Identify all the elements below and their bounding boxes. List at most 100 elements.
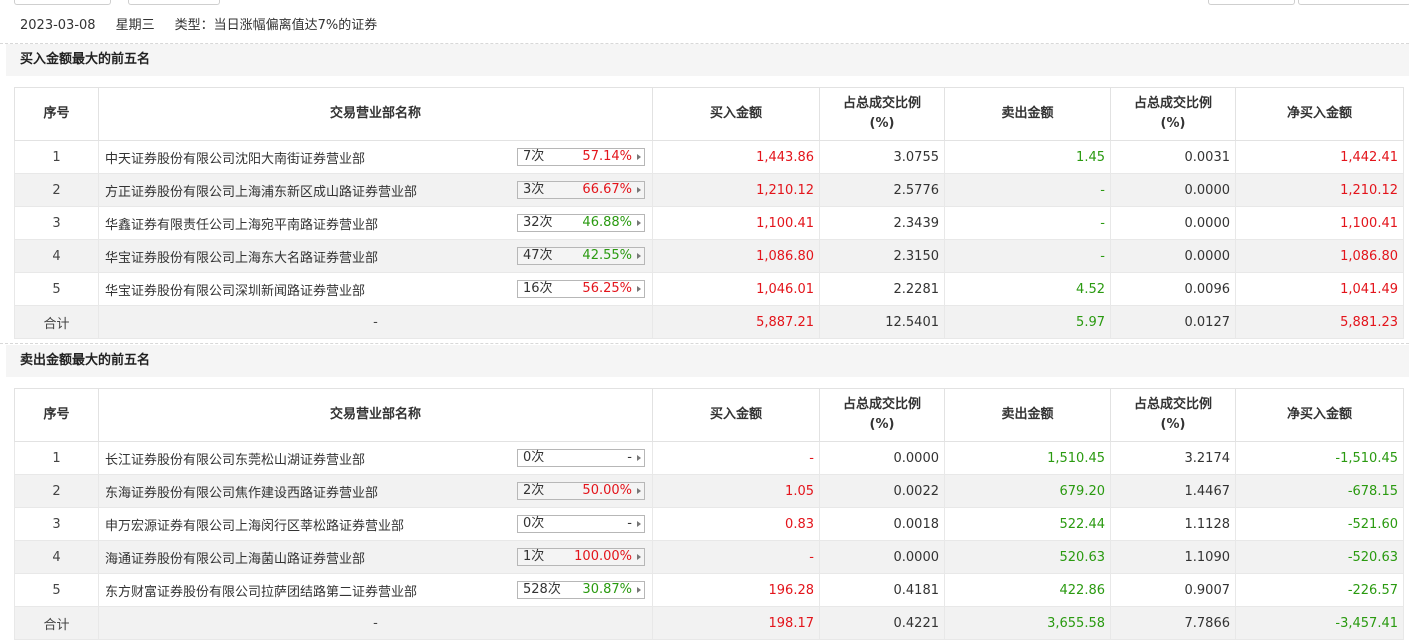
broker-stats-badge[interactable]: 16次 56.25%: [517, 280, 645, 298]
buy-amount: 1,443.86: [652, 140, 820, 174]
net-amount: -521.60: [1235, 507, 1404, 541]
broker-name[interactable]: 东海证券股份有限公司焦作建设西路证券营业部: [105, 486, 378, 501]
appearance-count: 7次: [523, 149, 545, 164]
arrow-right-icon: [637, 154, 641, 160]
broker-name[interactable]: 长江证券股份有限公司东莞松山湖证券营业部: [105, 453, 365, 468]
row-seq: 2: [14, 173, 99, 207]
win-rate: 100.00%: [574, 549, 632, 564]
total-buy: 198.17: [652, 606, 820, 640]
broker-name-cell: 中天证券股份有限公司沈阳大南街证券营业部 7次 57.14%: [98, 140, 653, 174]
header-buy-ratio-unit: (%): [869, 417, 895, 432]
broker-name[interactable]: 中天证券股份有限公司沈阳大南街证券营业部: [105, 152, 365, 167]
win-rate: 46.88%: [582, 215, 632, 230]
broker-stats-badge[interactable]: 3次 66.67%: [517, 181, 645, 199]
broker-name[interactable]: 方正证券股份有限公司上海浦东新区成山路证券营业部: [105, 185, 417, 200]
sell-ratio: 0.0031: [1110, 140, 1236, 174]
win-rate: 50.00%: [582, 483, 632, 498]
arrow-right-icon: [637, 253, 641, 259]
sell-amount: 522.44: [944, 507, 1111, 541]
buy-ratio: 2.3439: [819, 206, 945, 240]
info-bar: 2023-03-08 星期三 类型：当日涨幅偏离值达7%的证券: [0, 10, 1409, 42]
table-row[interactable]: 3 申万宏源证券有限公司上海闵行区莘松路证券营业部 0次 - 0.83 0.0018 522…: [14, 507, 1404, 541]
top-button-4[interactable]: [1298, 0, 1409, 5]
header-buy: 买入金额: [652, 87, 820, 141]
weekday: 星期三: [115, 18, 155, 33]
net-amount: 1,100.41: [1235, 206, 1404, 240]
appearance-count: 2次: [523, 483, 545, 498]
sell-amount: -: [944, 173, 1111, 207]
total-buy-ratio: 0.4221: [819, 606, 945, 640]
broker-stats-badge[interactable]: 47次 42.55%: [517, 247, 645, 265]
arrow-right-icon: [637, 455, 641, 461]
sell-ratio: 0.0096: [1110, 272, 1236, 306]
sell-ratio: 0.0000: [1110, 173, 1236, 207]
broker-stats-badge[interactable]: 2次 50.00%: [517, 482, 645, 500]
top-button-1[interactable]: [14, 0, 111, 5]
broker-name-cell: 华宝证券股份有限公司深圳新闻路证券营业部 16次 56.25%: [98, 272, 653, 306]
net-amount: 1,210.12: [1235, 173, 1404, 207]
sell-amount: 520.63: [944, 540, 1111, 574]
buy-section-title: 买入金额最大的前五名: [6, 44, 1409, 76]
buy-ratio: 3.0755: [819, 140, 945, 174]
header-sell: 卖出金额: [944, 87, 1111, 141]
arrow-right-icon: [637, 521, 641, 527]
broker-name-cell: 海通证券股份有限公司上海菌山路证券营业部 1次 100.00%: [98, 540, 653, 574]
appearance-count: 1次: [523, 549, 545, 564]
broker-stats-badge[interactable]: 0次 -: [517, 449, 645, 467]
broker-name[interactable]: 华鑫证券有限责任公司上海宛平南路证券营业部: [105, 218, 378, 233]
row-seq: 4: [14, 239, 99, 273]
top-button-3[interactable]: [1208, 0, 1295, 5]
broker-name[interactable]: 海通证券股份有限公司上海菌山路证券营业部: [105, 552, 365, 567]
buy-ratio: 2.3150: [819, 239, 945, 273]
header-buy: 买入金额: [652, 388, 820, 442]
broker-stats-badge[interactable]: 0次 -: [517, 515, 645, 533]
row-seq: 5: [14, 272, 99, 306]
table-row[interactable]: 4 海通证券股份有限公司上海菌山路证券营业部 1次 100.00% -0.0000 520…: [14, 540, 1404, 574]
sell-amount: 422.86: [944, 573, 1111, 607]
net-amount: 1,041.49: [1235, 272, 1404, 306]
table-row[interactable]: 5 东方财富证券股份有限公司拉萨团结路第二证券营业部 528次 30.87% 196.2…: [14, 573, 1404, 607]
broker-stats-badge[interactable]: 7次 57.14%: [517, 148, 645, 166]
header-buy-ratio-label: 占总成交比例: [842, 397, 921, 412]
broker-stats-badge[interactable]: 32次 46.88%: [517, 214, 645, 232]
buy-amount: 1,210.12: [652, 173, 820, 207]
table-row[interactable]: 3 华鑫证券有限责任公司上海宛平南路证券营业部 32次 46.88% 1,100.41 2…: [14, 206, 1404, 240]
sell-amount: -: [944, 206, 1111, 240]
table-row[interactable]: 5 华宝证券股份有限公司深圳新闻路证券营业部 16次 56.25% 1,046.01 2.…: [14, 272, 1404, 306]
broker-name[interactable]: 华宝证券股份有限公司上海东大名路证券营业部: [105, 251, 378, 266]
row-seq: 3: [14, 206, 99, 240]
win-rate: -: [627, 450, 632, 465]
table-row[interactable]: 1 长江证券股份有限公司东莞松山湖证券营业部 0次 - -0.0000 1,510.45 3…: [14, 441, 1404, 475]
total-row: 合计 -198.17 0.4221 3,655.58 7.7866 -3,457.41: [14, 606, 1404, 640]
buy-amount: -: [652, 540, 820, 574]
table-row[interactable]: 2 方正证券股份有限公司上海浦东新区成山路证券营业部 3次 66.67% 1,210.1…: [14, 173, 1404, 207]
table-row[interactable]: 2 东海证券股份有限公司焦作建设西路证券营业部 2次 50.00% 1.05 0.0022…: [14, 474, 1404, 508]
top-button-2[interactable]: [128, 0, 220, 5]
arrow-right-icon: [637, 220, 641, 226]
table-row[interactable]: 1 中天证券股份有限公司沈阳大南街证券营业部 7次 57.14% 1,443.86 3.0…: [14, 140, 1404, 174]
arrow-right-icon: [637, 286, 641, 292]
buy-amount: 1.05: [652, 474, 820, 508]
sell-ratio: 1.1090: [1110, 540, 1236, 574]
broker-name-cell: 东海证券股份有限公司焦作建设西路证券营业部 2次 50.00%: [98, 474, 653, 508]
sell-ratio: 1.1128: [1110, 507, 1236, 541]
header-name: 交易营业部名称: [98, 87, 653, 141]
net-amount: -1,510.45: [1235, 441, 1404, 475]
arrow-right-icon: [637, 187, 641, 193]
header-sell-ratio-label: 占总成交比例: [1133, 397, 1212, 412]
broker-name[interactable]: 申万宏源证券有限公司上海闵行区莘松路证券营业部: [105, 519, 404, 534]
table-row[interactable]: 4 华宝证券股份有限公司上海东大名路证券营业部 47次 42.55% 1,086.80 2…: [14, 239, 1404, 273]
total-sell: 5.97: [944, 305, 1111, 339]
broker-name[interactable]: 东方财富证券股份有限公司拉萨团结路第二证券营业部: [105, 585, 417, 600]
header-net: 净买入金额: [1235, 388, 1404, 442]
header-sell-ratio-label: 占总成交比例: [1133, 96, 1212, 111]
broker-stats-badge[interactable]: 528次 30.87%: [517, 581, 645, 599]
broker-stats-badge[interactable]: 1次 100.00%: [517, 548, 645, 566]
row-seq: 5: [14, 573, 99, 607]
row-seq: 2: [14, 474, 99, 508]
net-amount: -226.57: [1235, 573, 1404, 607]
header-sell: 卖出金额: [944, 388, 1111, 442]
win-rate: 42.55%: [582, 248, 632, 263]
broker-name-cell: 东方财富证券股份有限公司拉萨团结路第二证券营业部 528次 30.87%: [98, 573, 653, 607]
broker-name[interactable]: 华宝证券股份有限公司深圳新闻路证券营业部: [105, 284, 365, 299]
